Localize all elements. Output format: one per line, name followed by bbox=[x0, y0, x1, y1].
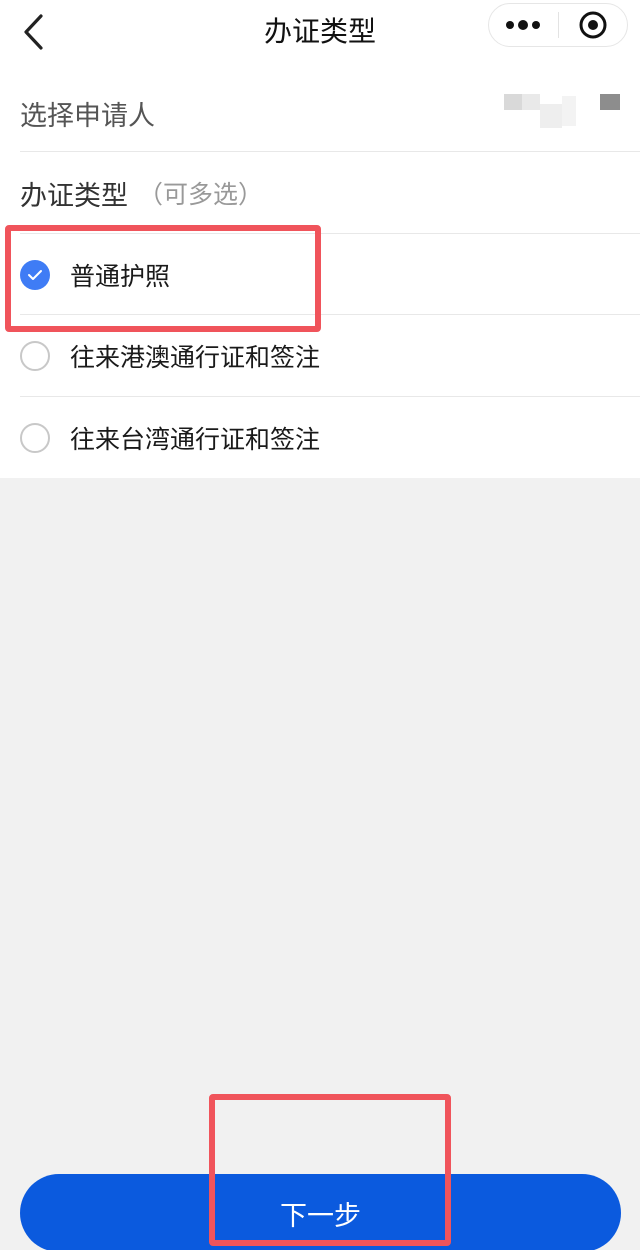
masked-applicant-name bbox=[504, 90, 624, 130]
option-label: 往来台湾通行证和签注 bbox=[70, 425, 321, 454]
divider bbox=[20, 396, 640, 397]
more-dots-icon bbox=[506, 20, 541, 30]
cert-type-label: 办证类型 bbox=[20, 180, 128, 212]
cert-type-hint: （可多选） bbox=[138, 180, 264, 209]
option-taiwan-permit[interactable]: 往来台湾通行证和签注 bbox=[20, 413, 620, 463]
close-button[interactable] bbox=[559, 4, 628, 46]
checkbox-unchecked[interactable] bbox=[20, 423, 50, 453]
applicant-label: 选择申请人 bbox=[20, 100, 155, 132]
target-close-icon bbox=[579, 11, 607, 39]
page-title: 办证类型 bbox=[263, 15, 376, 48]
option-label: 往来港澳通行证和签注 bbox=[70, 343, 321, 372]
mini-program-capsule bbox=[488, 3, 628, 47]
cert-type-header: 办证类型 （可多选） bbox=[20, 168, 640, 218]
highlight-box-option bbox=[5, 225, 321, 332]
more-button[interactable] bbox=[489, 4, 558, 46]
highlight-box-button bbox=[209, 1094, 451, 1246]
chevron-left-icon bbox=[24, 14, 43, 50]
checkbox-unchecked[interactable] bbox=[20, 341, 50, 371]
option-hk-macau-permit[interactable]: 往来港澳通行证和签注 bbox=[20, 331, 620, 381]
back-button[interactable] bbox=[14, 10, 54, 54]
divider bbox=[20, 151, 640, 152]
